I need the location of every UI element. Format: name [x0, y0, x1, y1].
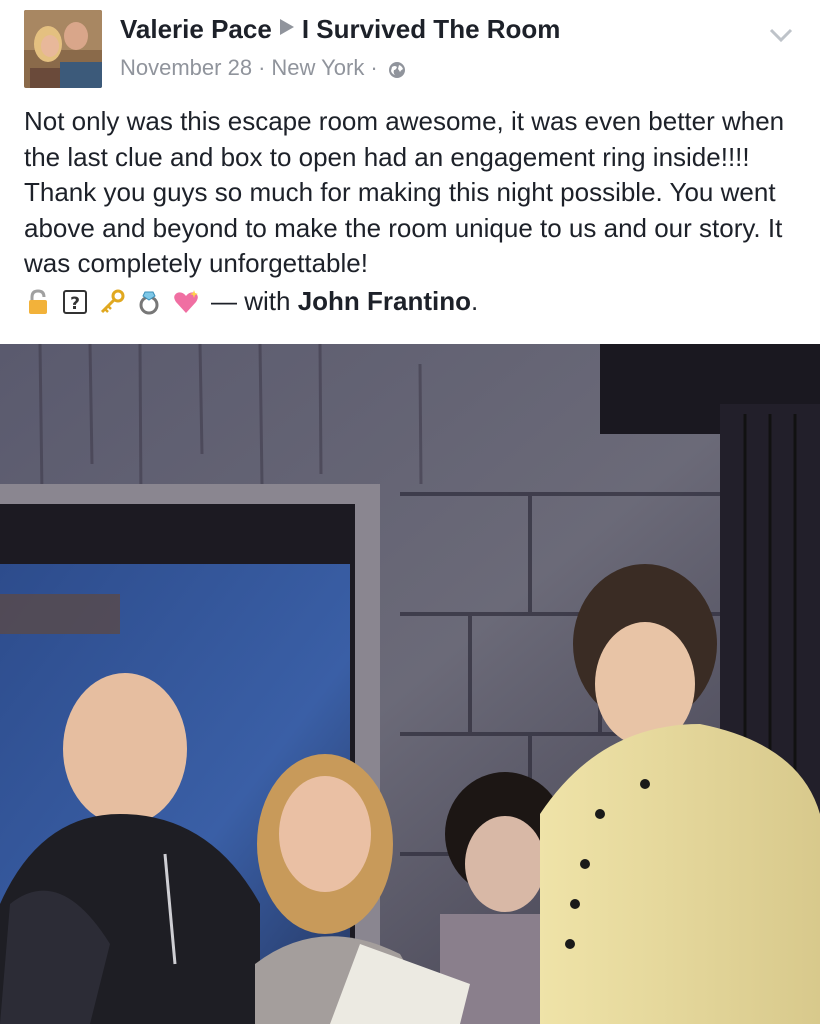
title-line: Valerie Pace I Survived The Room	[120, 14, 560, 45]
question-box-emoji-icon: ?	[61, 288, 89, 316]
lock-emoji-icon	[24, 288, 52, 316]
post-header: Valerie Pace I Survived The Room Novembe…	[0, 0, 820, 100]
ring-emoji-icon	[135, 288, 163, 316]
header-text: Valerie Pace I Survived The Room Novembe…	[120, 14, 560, 81]
post-photo[interactable]	[0, 344, 820, 1024]
author-name[interactable]: Valerie Pace	[120, 14, 272, 45]
emoji-line: ? — with John Frantino.	[24, 282, 804, 322]
svg-text:?: ?	[70, 294, 80, 314]
post-text: Not only was this escape room awesome, i…	[24, 106, 785, 278]
post-body: Not only was this escape room awesome, i…	[24, 104, 804, 322]
meta-line: November 28 · New York ·	[120, 55, 560, 81]
with-suffix: .	[471, 285, 479, 316]
page-name[interactable]: I Survived The Room	[302, 14, 561, 45]
key-emoji-icon	[98, 288, 126, 316]
tagged-person[interactable]: John Frantino	[298, 286, 471, 316]
photo-scene	[0, 344, 820, 1024]
chevron-down-icon[interactable]	[768, 26, 794, 44]
meta-dot: ·	[370, 55, 378, 80]
right-triangle-arrow-icon	[278, 17, 296, 43]
sparkling-heart-emoji-icon	[172, 288, 200, 316]
meta-dot: ·	[258, 55, 266, 80]
with-prefix: — with	[211, 285, 291, 316]
globe-icon[interactable]	[388, 59, 406, 78]
post-location[interactable]: New York	[271, 55, 364, 81]
avatar-photo	[24, 10, 102, 88]
with-tag: — with John Frantino.	[211, 284, 478, 320]
post-date[interactable]: November 28	[120, 55, 252, 81]
avatar[interactable]	[24, 10, 102, 88]
